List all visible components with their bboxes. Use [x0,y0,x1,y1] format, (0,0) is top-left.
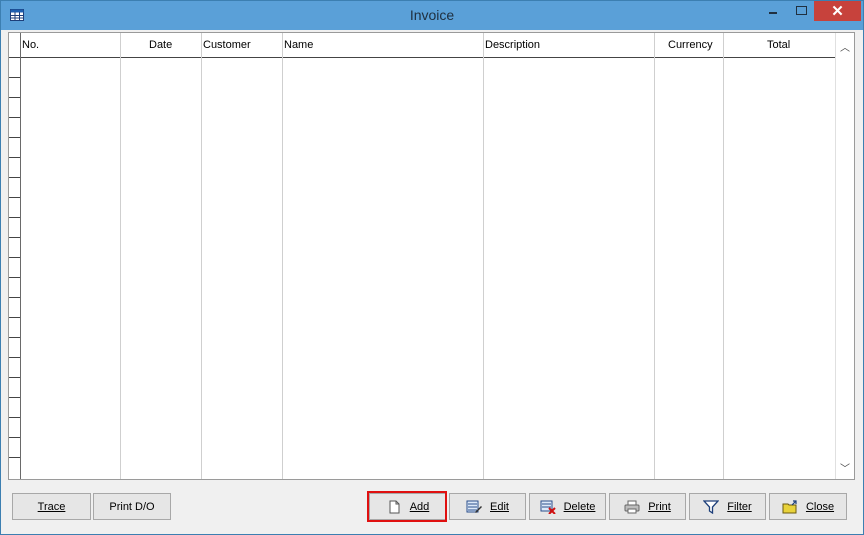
print-do-button[interactable]: Print D/O [93,493,171,520]
row-divider [9,457,20,458]
header-description[interactable]: Description [485,39,540,51]
row-divider [9,417,20,418]
folder-exit-icon [782,499,797,513]
row-divider [9,277,20,278]
row-divider [9,77,20,78]
row-divider [9,197,20,198]
row-divider [9,297,20,298]
scroll-down-icon[interactable]: ﹀ [836,460,854,475]
close-icon: ✕ [831,3,844,20]
row-divider [9,437,20,438]
delete-button[interactable]: Delete [529,493,606,520]
trace-button[interactable]: Trace [12,493,91,520]
header-currency[interactable]: Currency [668,39,713,51]
header-name[interactable]: Name [284,39,313,51]
delete-list-icon [540,500,556,514]
row-divider [9,217,20,218]
close-button[interactable]: Close [769,493,847,520]
edit-button[interactable]: Edit [449,493,526,520]
close-window-button[interactable]: ✕ [814,1,861,21]
header-customer[interactable]: Customer [203,39,251,51]
row-divider [9,397,20,398]
filter-button[interactable]: Filter [689,493,766,520]
header-date[interactable]: Date [149,39,172,51]
row-divider [9,317,20,318]
row-divider [9,237,20,238]
maximize-button[interactable] [787,1,815,21]
filter-icon [703,499,720,514]
header-total[interactable]: Total [767,39,790,51]
row-divider [9,177,20,178]
print-label: Print [648,500,671,513]
new-document-icon [389,500,400,513]
header-no[interactable]: No. [22,39,39,51]
row-divider [9,97,20,98]
edit-label: Edit [490,500,509,513]
minimize-icon [769,12,777,14]
print-button[interactable]: Print [609,493,686,520]
scroll-up-icon[interactable]: ︿ [836,39,854,54]
window-title: Invoice [409,7,455,23]
column-description [484,33,655,479]
row-divider [9,257,20,258]
filter-label: Filter [727,500,752,513]
maximize-icon [796,6,807,15]
invoice-window: Invoice ✕ No. Date Customer Name Descrip… [0,0,864,535]
column-customer [202,33,283,479]
printer-icon [624,500,640,513]
row-divider [9,117,20,118]
add-button[interactable]: Add [369,493,446,520]
print-do-label: Print D/O [109,500,155,513]
row-divider [9,357,20,358]
trace-label: Trace [37,500,66,513]
row-divider [9,137,20,138]
column-date [121,33,202,479]
edit-list-icon [466,500,483,513]
row-divider [9,337,20,338]
close-label: Close [805,500,835,513]
column-currency [655,33,724,479]
column-name [283,33,484,479]
add-label: Add [409,500,430,513]
row-divider [9,377,20,378]
delete-label: Delete [563,500,596,513]
column-no [21,33,121,479]
row-header [9,33,21,479]
row-divider [9,57,20,58]
row-divider [9,157,20,158]
vertical-scrollbar[interactable]: ︿ ﹀ [835,33,854,479]
invoice-grid[interactable]: No. Date Customer Name Description Curre… [8,32,855,480]
minimize-button[interactable] [759,1,787,21]
title-bar[interactable]: Invoice ✕ [1,1,863,30]
